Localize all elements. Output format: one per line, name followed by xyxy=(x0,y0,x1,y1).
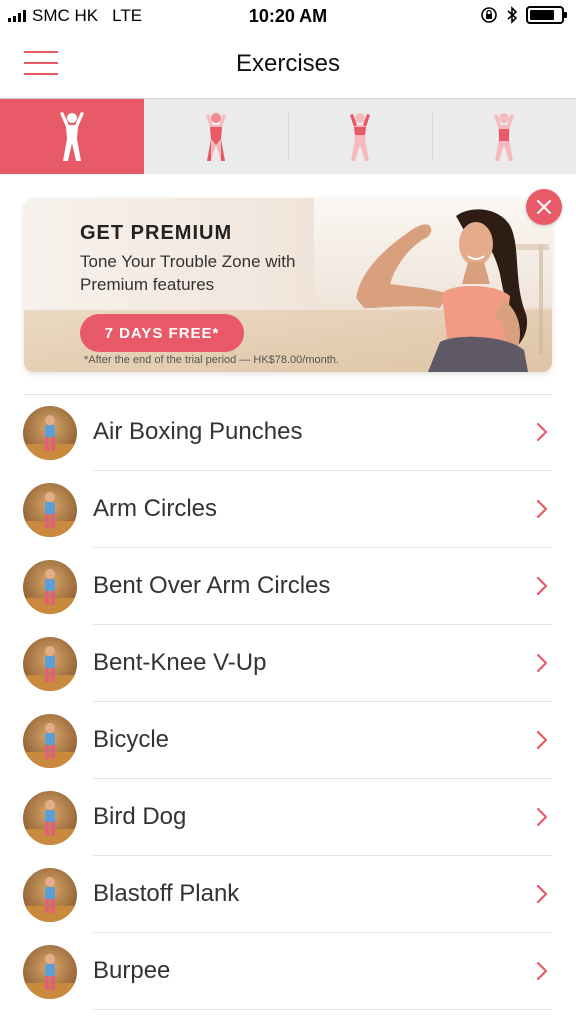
exercise-row[interactable]: Bent Over Arm Circles xyxy=(0,548,576,625)
exercise-thumbnail xyxy=(23,637,77,691)
battery-icon xyxy=(526,6,567,24)
chevron-right-icon xyxy=(536,807,548,832)
exercise-thumbnail xyxy=(23,406,77,460)
exercise-row[interactable]: Blastoff Plank xyxy=(0,856,576,933)
exercise-thumbnail xyxy=(23,945,77,999)
status-bar: SMC HK LTE 10:20 AM xyxy=(0,0,576,34)
exercise-row[interactable]: Air Boxing Punches xyxy=(0,394,576,471)
tab-arms[interactable] xyxy=(288,99,432,174)
exercise-name: Air Boxing Punches xyxy=(93,418,303,445)
exercise-name: Bent-Knee V-Up xyxy=(93,649,267,676)
arms-figure-icon xyxy=(350,112,370,161)
chevron-right-icon xyxy=(536,884,548,909)
tab-full-body[interactable] xyxy=(0,99,144,174)
exercise-thumbnail xyxy=(23,868,77,922)
exercise-name: Bent Over Arm Circles xyxy=(93,572,331,599)
rotation-lock-icon xyxy=(481,7,497,23)
chevron-right-icon xyxy=(536,653,548,678)
free-trial-button[interactable]: 7 DAYS FREE* xyxy=(80,314,244,352)
promo-title: GET PREMIUM xyxy=(80,222,233,244)
exercise-row[interactable]: Burpee xyxy=(0,933,576,1010)
exercise-name: Bird Dog xyxy=(93,803,187,830)
close-promo-button[interactable] xyxy=(526,189,562,225)
exercise-thumbnail xyxy=(23,483,77,537)
row-divider xyxy=(93,1009,552,1010)
core-figure-icon xyxy=(494,112,514,161)
chevron-right-icon xyxy=(536,961,548,986)
exercise-thumbnail xyxy=(23,791,77,845)
bluetooth-icon xyxy=(507,6,518,24)
page-title: Exercises xyxy=(235,50,341,77)
promo-disclaimer: *After the end of the trial period — HK$… xyxy=(84,354,339,366)
nav-bar: Exercises xyxy=(0,34,576,98)
close-icon xyxy=(537,200,551,214)
chevron-right-icon xyxy=(536,499,548,524)
upper-body-figure-icon xyxy=(206,112,226,161)
exercise-row[interactable]: Bicycle xyxy=(0,702,576,779)
fitness-woman-image xyxy=(356,209,549,372)
category-tabs xyxy=(0,98,576,174)
exercise-row[interactable]: Arm Circles xyxy=(0,471,576,548)
exercise-list: Air Boxing Punches Arm Circles Bent Over A… xyxy=(0,394,576,1010)
tab-core[interactable] xyxy=(432,99,576,174)
exercise-name: Blastoff Plank xyxy=(93,880,240,907)
status-right xyxy=(480,6,567,24)
chevron-right-icon xyxy=(536,422,548,447)
exercise-row[interactable]: Bent-Knee V-Up xyxy=(0,625,576,702)
exercise-name: Arm Circles xyxy=(93,495,217,522)
exercise-row[interactable]: Bird Dog xyxy=(0,779,576,856)
exercise-thumbnail xyxy=(23,560,77,614)
promo-subtitle: Tone Your Trouble Zone with Premium feat… xyxy=(80,252,296,294)
chevron-right-icon xyxy=(536,730,548,755)
chevron-right-icon xyxy=(536,576,548,601)
premium-banner[interactable]: GET PREMIUM Tone Your Trouble Zone with … xyxy=(24,198,552,372)
exercise-thumbnail xyxy=(23,714,77,768)
full-body-figure-icon xyxy=(60,111,84,161)
exercise-name: Bicycle xyxy=(93,726,170,753)
exercise-name: Burpee xyxy=(93,957,171,984)
tab-upper-body[interactable] xyxy=(144,99,288,174)
